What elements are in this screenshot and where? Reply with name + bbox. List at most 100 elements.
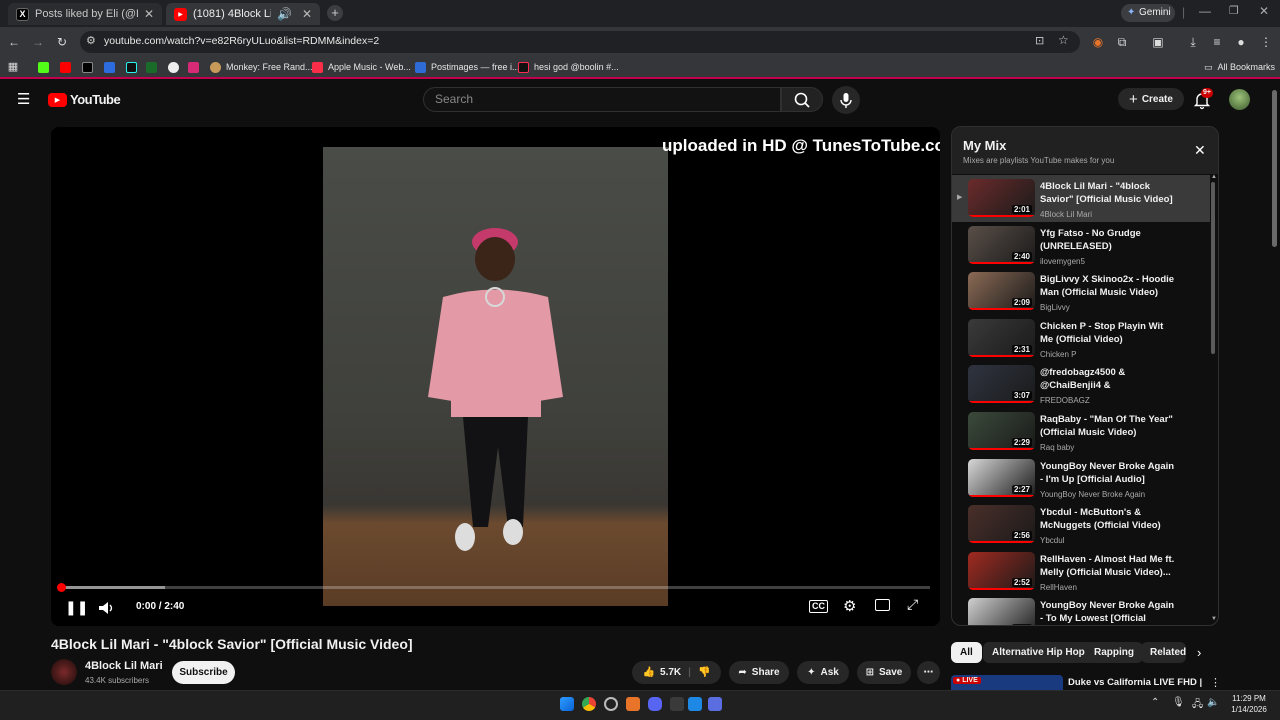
save-button[interactable]: ⊞ Save — [857, 661, 911, 684]
forward-arrow-icon[interactable]: → — [30, 34, 46, 50]
mix-item-thumbnail[interactable]: 2:27 — [968, 458, 1035, 497]
mix-item[interactable]: 2:27 YoungBoy Never Broke Again - I'm Up … — [952, 455, 1210, 502]
chip-related[interactable]: Related — [1141, 642, 1186, 663]
mix-item[interactable]: 2:56 Ybcdul - McButton's & McNuggets (Off… — [952, 501, 1210, 548]
bookmark-x-icon[interactable] — [82, 59, 98, 75]
volume-tray-icon[interactable]: 🔈 — [1207, 697, 1219, 708]
search-input[interactable]: Search — [423, 87, 781, 112]
hamburger-menu-icon[interactable]: ☰ — [17, 90, 30, 108]
new-tab-button[interactable]: + — [327, 5, 343, 21]
apps-grid-icon[interactable]: ▦ — [5, 59, 21, 75]
back-arrow-icon[interactable]: ← — [6, 34, 22, 50]
mix-item-thumbnail[interactable]: 2:40 — [968, 225, 1035, 264]
close-tab-icon[interactable]: ✕ — [144, 7, 154, 21]
bookmark-apple-music[interactable]: Apple Music - Web... — [312, 59, 411, 75]
microphone-tray-icon[interactable]: 🎙 — [1172, 697, 1185, 708]
create-button[interactable]: + Create — [1118, 88, 1184, 110]
chrome-taskbar-icon[interactable] — [582, 697, 596, 711]
mix-scrollbar[interactable] — [1211, 182, 1215, 354]
chip-rapping[interactable]: Rapping — [1085, 642, 1143, 663]
mix-item[interactable]: 2:29 RaqBaby - "Man Of The Year" (Officia… — [952, 408, 1210, 455]
bookmark-star-icon[interactable]: ☆ — [1058, 33, 1069, 47]
voice-search-button[interactable] — [832, 86, 860, 114]
bookmark-monkey[interactable]: Monkey: Free Rand... — [210, 59, 313, 75]
windows-start-icon[interactable] — [560, 697, 574, 711]
ask-button[interactable]: ✦ Ask — [797, 661, 849, 684]
subscribe-button[interactable]: Subscribe — [172, 661, 235, 684]
volume-icon[interactable] — [98, 601, 116, 615]
mix-item-thumbnail[interactable]: 2:52 — [968, 551, 1035, 590]
video-player[interactable]: uploaded in HD @ TunesToTube.com ❚❚ 0:00… — [51, 127, 940, 626]
chip-all[interactable]: All — [951, 642, 982, 663]
menu-dots-icon[interactable]: ⋮ — [1258, 34, 1274, 50]
bookmark-kick-icon[interactable] — [38, 59, 54, 75]
channel-avatar[interactable] — [51, 659, 77, 685]
extension-brave-icon[interactable]: ◉ — [1090, 34, 1106, 50]
clock[interactable]: 11:29 PM 1/14/2026 — [1228, 693, 1270, 715]
download-icon[interactable]: ⤓ — [1185, 34, 1201, 50]
mix-item-thumbnail[interactable]: 2:01 — [968, 179, 1035, 217]
network-icon[interactable]: 🖧 — [1192, 697, 1203, 714]
url-text[interactable]: youtube.com/watch?v=e82R6ryULuo&list=RDM… — [104, 35, 379, 47]
bookmark-tiktok-icon[interactable] — [126, 59, 142, 75]
mix-item[interactable]: ▶ 2:01 4Block Lil Mari - "4block Savior" [… — [952, 175, 1210, 222]
obs-taskbar-icon[interactable] — [604, 697, 618, 711]
scroll-down-icon[interactable]: ▼ — [1211, 616, 1217, 622]
address-bar[interactable]: ⚙ youtube.com/watch?v=e82R6ryULuo&list=R… — [80, 31, 1080, 53]
minimize-icon[interactable]: — — [1199, 4, 1211, 18]
tray-chevron-icon[interactable]: ⌃ — [1151, 697, 1159, 708]
app-taskbar-icon[interactable] — [708, 697, 722, 711]
tab-youtube-active[interactable]: ▶ (1081) 4Block Lil Mari - "4bl 🔊 ✕ — [166, 3, 320, 25]
miniplayer-icon[interactable] — [875, 599, 890, 611]
side-panel-icon[interactable]: ▣ — [1150, 34, 1166, 50]
pause-icon[interactable]: ❚❚ — [65, 599, 88, 616]
mix-item[interactable]: 2:40 Yfg Fatso - No Grudge (UNRELEASED) il… — [952, 222, 1210, 269]
like-count[interactable]: 5.7K — [660, 667, 681, 678]
bookmark-instagram-icon[interactable] — [188, 59, 204, 75]
game-taskbar-icon[interactable] — [670, 697, 684, 711]
mix-item[interactable]: 2:52 RellHaven - Almost Had Me ft. Melly … — [952, 548, 1210, 595]
photos-taskbar-icon[interactable] — [688, 697, 702, 711]
all-bookmarks[interactable]: ▭ All Bookmarks — [1204, 59, 1275, 75]
bookmark-hesi-god[interactable]: hesi god @boolin #... — [518, 59, 619, 75]
bookmark-youtube-icon[interactable] — [60, 59, 76, 75]
discord-taskbar-icon[interactable] — [648, 697, 662, 711]
speaker-icon[interactable]: 🔊 — [277, 7, 292, 21]
restore-icon[interactable]: ❐ — [1229, 4, 1239, 17]
mix-item[interactable]: 3:07 @fredobagz4500 & @ChaiBenjii4 & @lul… — [952, 361, 1210, 408]
tab-x-likes[interactable]: X Posts liked by Eli (@DregoSlime ✕ — [8, 3, 162, 25]
search-button[interactable] — [781, 87, 823, 112]
account-avatar[interactable] — [1229, 89, 1250, 110]
next-video-title[interactable]: Duke vs California LIVE FHD | — [1068, 677, 1202, 688]
reading-list-icon[interactable]: ≡ — [1209, 34, 1225, 50]
install-app-icon[interactable]: ⊡ — [1035, 34, 1044, 47]
extensions-puzzle-icon[interactable]: ⧉ — [1114, 34, 1130, 50]
mix-item-thumbnail[interactable]: 3:07 — [968, 365, 1035, 404]
mix-item[interactable]: 2:26 YoungBoy Never Broke Again - To My L… — [952, 594, 1210, 625]
bookmark-vpn-icon[interactable] — [104, 59, 120, 75]
page-scrollbar[interactable] — [1272, 90, 1277, 247]
mix-item[interactable]: 2:09 BigLivvy X Skinoo2x - Hoodie Man (Of… — [952, 268, 1210, 315]
share-button[interactable]: ➦ Share — [729, 661, 789, 684]
captions-icon[interactable]: CC — [809, 600, 828, 613]
mix-item-thumbnail[interactable]: 2:26 — [968, 598, 1035, 625]
more-actions-button[interactable]: ⋯ — [917, 661, 940, 684]
scroll-up-icon[interactable]: ▲ — [1211, 174, 1217, 180]
brave-taskbar-icon[interactable] — [626, 697, 640, 711]
reload-icon[interactable]: ↻ — [54, 34, 70, 50]
youtube-logo[interactable]: ▶ YouTube — [48, 92, 121, 107]
next-video-more-icon[interactable]: ⋮ — [1210, 676, 1221, 689]
mix-item-thumbnail[interactable]: 2:09 — [968, 272, 1035, 311]
mix-item-thumbnail[interactable]: 2:31 — [968, 318, 1035, 357]
site-info-icon[interactable]: ⚙ — [86, 34, 96, 47]
scrubber-handle[interactable] — [57, 583, 66, 592]
gemini-button[interactable]: ✦ Gemini — [1121, 4, 1175, 22]
next-video-thumbnail[interactable]: ● LIVE — [951, 675, 1063, 690]
mix-item-thumbnail[interactable]: 2:29 — [968, 412, 1035, 450]
close-panel-icon[interactable]: ✕ — [1194, 142, 1206, 159]
bookmark-h-icon[interactable] — [146, 59, 162, 75]
mix-item[interactable]: 2:31 Chicken P - Stop Playin Wit Me (Offi… — [952, 315, 1210, 362]
progress-bar[interactable] — [57, 583, 930, 592]
close-tab-icon[interactable]: ✕ — [302, 7, 312, 21]
chip-alternative-hip-hop[interactable]: Alternative Hip Hop — [983, 642, 1094, 663]
